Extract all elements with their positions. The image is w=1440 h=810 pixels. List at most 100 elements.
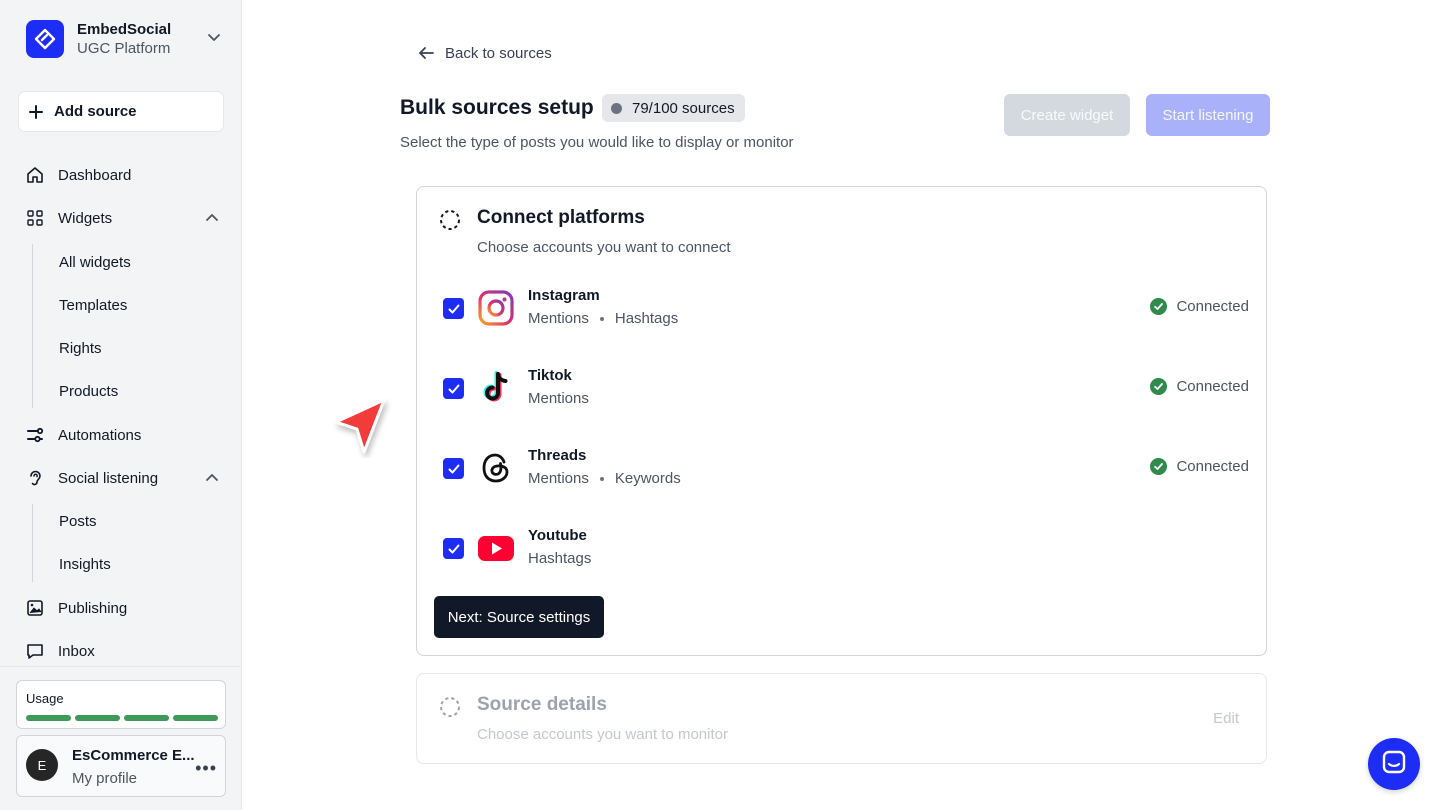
sidebar-item-label: Dashboard [58,166,132,184]
usage-bar-segment [173,715,218,721]
sidebar-item-label: Widgets [58,209,113,227]
card-title: Connect platforms [477,207,645,228]
page-subtitle: Select the type of posts you would like … [400,134,794,151]
bullet-separator [599,316,604,321]
arrow-left-icon [417,44,435,62]
platform-tag: Mentions [528,390,589,407]
sidebar-item-rights[interactable]: Rights [59,335,102,361]
submenu-line [32,504,33,582]
status-text: Connected [1176,298,1249,315]
ear-icon [24,467,46,489]
create-widget-button[interactable]: Create widget [1004,94,1130,136]
edit-link[interactable]: Edit [1213,710,1239,727]
sidebar-item-social-listening[interactable]: Social listening [24,463,224,493]
sidebar-item-label: Automations [58,426,142,444]
connect-platforms-card: Connect platforms Choose accounts you wa… [416,186,1267,656]
chevron-up-icon[interactable] [204,470,220,490]
start-listening-button[interactable]: Start listening [1146,94,1270,136]
avatar: E [26,749,58,781]
chevron-up-icon[interactable] [204,210,220,230]
usage-bar-segment [26,715,71,721]
pointer-cursor-icon [332,396,392,463]
usage-bar-segment [75,715,120,721]
dashed-circle-icon [439,209,461,236]
home-icon [24,164,46,186]
platform-name: Tiktok [528,367,572,384]
profile-card[interactable]: E EsCommerce E... My profile ••• [16,735,226,797]
instagram-icon [477,289,515,327]
platform-row-threads: Threads Mentions Keywords Connected [443,447,1249,497]
platform-name: Youtube [528,527,587,544]
check-circle-icon [1150,298,1168,315]
platform-name: Threads [528,447,587,464]
platform-row-instagram: Instagram Mentions Hashtags Connected [443,287,1249,337]
card-subtitle: Choose accounts you want to monitor [477,726,728,743]
sidebar-item-automations[interactable]: Automations [24,420,224,450]
brand-name: EmbedSocial [77,20,172,38]
sidebar-item-all-widgets[interactable]: All widgets [59,249,131,275]
check-circle-icon [1150,378,1168,395]
page-title: Bulk sources setup [400,96,594,119]
plus-icon [27,103,45,121]
platform-tags: Mentions Keywords [528,470,681,487]
usage-bar-segment [124,715,169,721]
profile-name: EsCommerce E... [72,747,195,764]
source-details-card: Source details Choose accounts you want … [416,673,1267,764]
source-count-text: 79/100 sources [632,99,735,117]
usage-label: Usage [26,691,64,706]
sidebar-item-label: Social listening [58,469,159,487]
chat-bubble-icon [24,640,46,662]
next-source-settings-button[interactable]: Next: Source settings [434,596,604,638]
dashed-circle-icon [439,696,461,723]
sidebar-item-inbox[interactable]: Inbox [24,636,224,666]
add-source-button[interactable]: Add source [18,91,224,132]
platform-tag: Keywords [614,470,681,487]
back-to-sources-link[interactable]: Back to sources [417,44,552,62]
platform-tag: Hashtags [528,550,592,567]
submenu-line [32,244,33,408]
profile-subtitle: My profile [72,770,138,787]
brand-switcher[interactable]: EmbedSocial UGC Platform [26,19,222,59]
platform-tag: Hashtags [614,310,679,327]
tiktok-icon [477,369,515,407]
chevron-down-icon [206,29,222,50]
chat-launcher-button[interactable] [1368,738,1420,790]
connection-status: Connected [1150,378,1249,395]
check-circle-icon [1150,458,1168,475]
add-source-label: Add source [54,103,137,120]
source-count-badge: 79/100 sources [602,94,745,122]
platform-row-tiktok: Tiktok Mentions Connected [443,367,1249,417]
threads-icon [477,449,515,487]
sidebar-item-label: Publishing [58,599,128,617]
sidebar-item-widgets[interactable]: Widgets [24,203,224,233]
status-text: Connected [1176,378,1249,395]
more-options-icon[interactable]: ••• [195,758,217,779]
connection-status: Connected [1150,298,1249,315]
platform-name: Instagram [528,287,600,304]
checkbox-tiktok[interactable] [443,378,464,399]
platform-tag: Mentions [528,310,589,327]
sidebar-item-dashboard[interactable]: Dashboard [24,160,224,190]
checkbox-youtube[interactable] [443,538,464,559]
sidebar-item-label: Inbox [58,642,95,660]
checkbox-threads[interactable] [443,458,464,479]
brand-subtitle: UGC Platform [77,40,171,57]
grid-icon [24,207,46,229]
sidebar-item-posts[interactable]: Posts [59,508,97,534]
youtube-icon [477,529,515,567]
connection-status: Connected [1150,458,1249,475]
usage-panel[interactable]: Usage [16,680,226,729]
platform-tags: Mentions [528,390,589,407]
card-title: Source details [477,694,607,715]
sidebar-item-products[interactable]: Products [59,378,118,404]
sidebar-item-templates[interactable]: Templates [59,292,127,318]
sidebar: EmbedSocial UGC Platform Add source Dash… [0,0,242,810]
sidebar-item-publishing[interactable]: Publishing [24,593,224,623]
card-subtitle: Choose accounts you want to connect [477,239,731,256]
platform-row-youtube: Youtube Hashtags [443,527,1249,577]
automation-icon [24,424,46,446]
checkbox-instagram[interactable] [443,298,464,319]
sidebar-item-insights[interactable]: Insights [59,551,111,577]
platform-tags: Mentions Hashtags [528,310,678,327]
platform-tags: Hashtags [528,550,591,567]
